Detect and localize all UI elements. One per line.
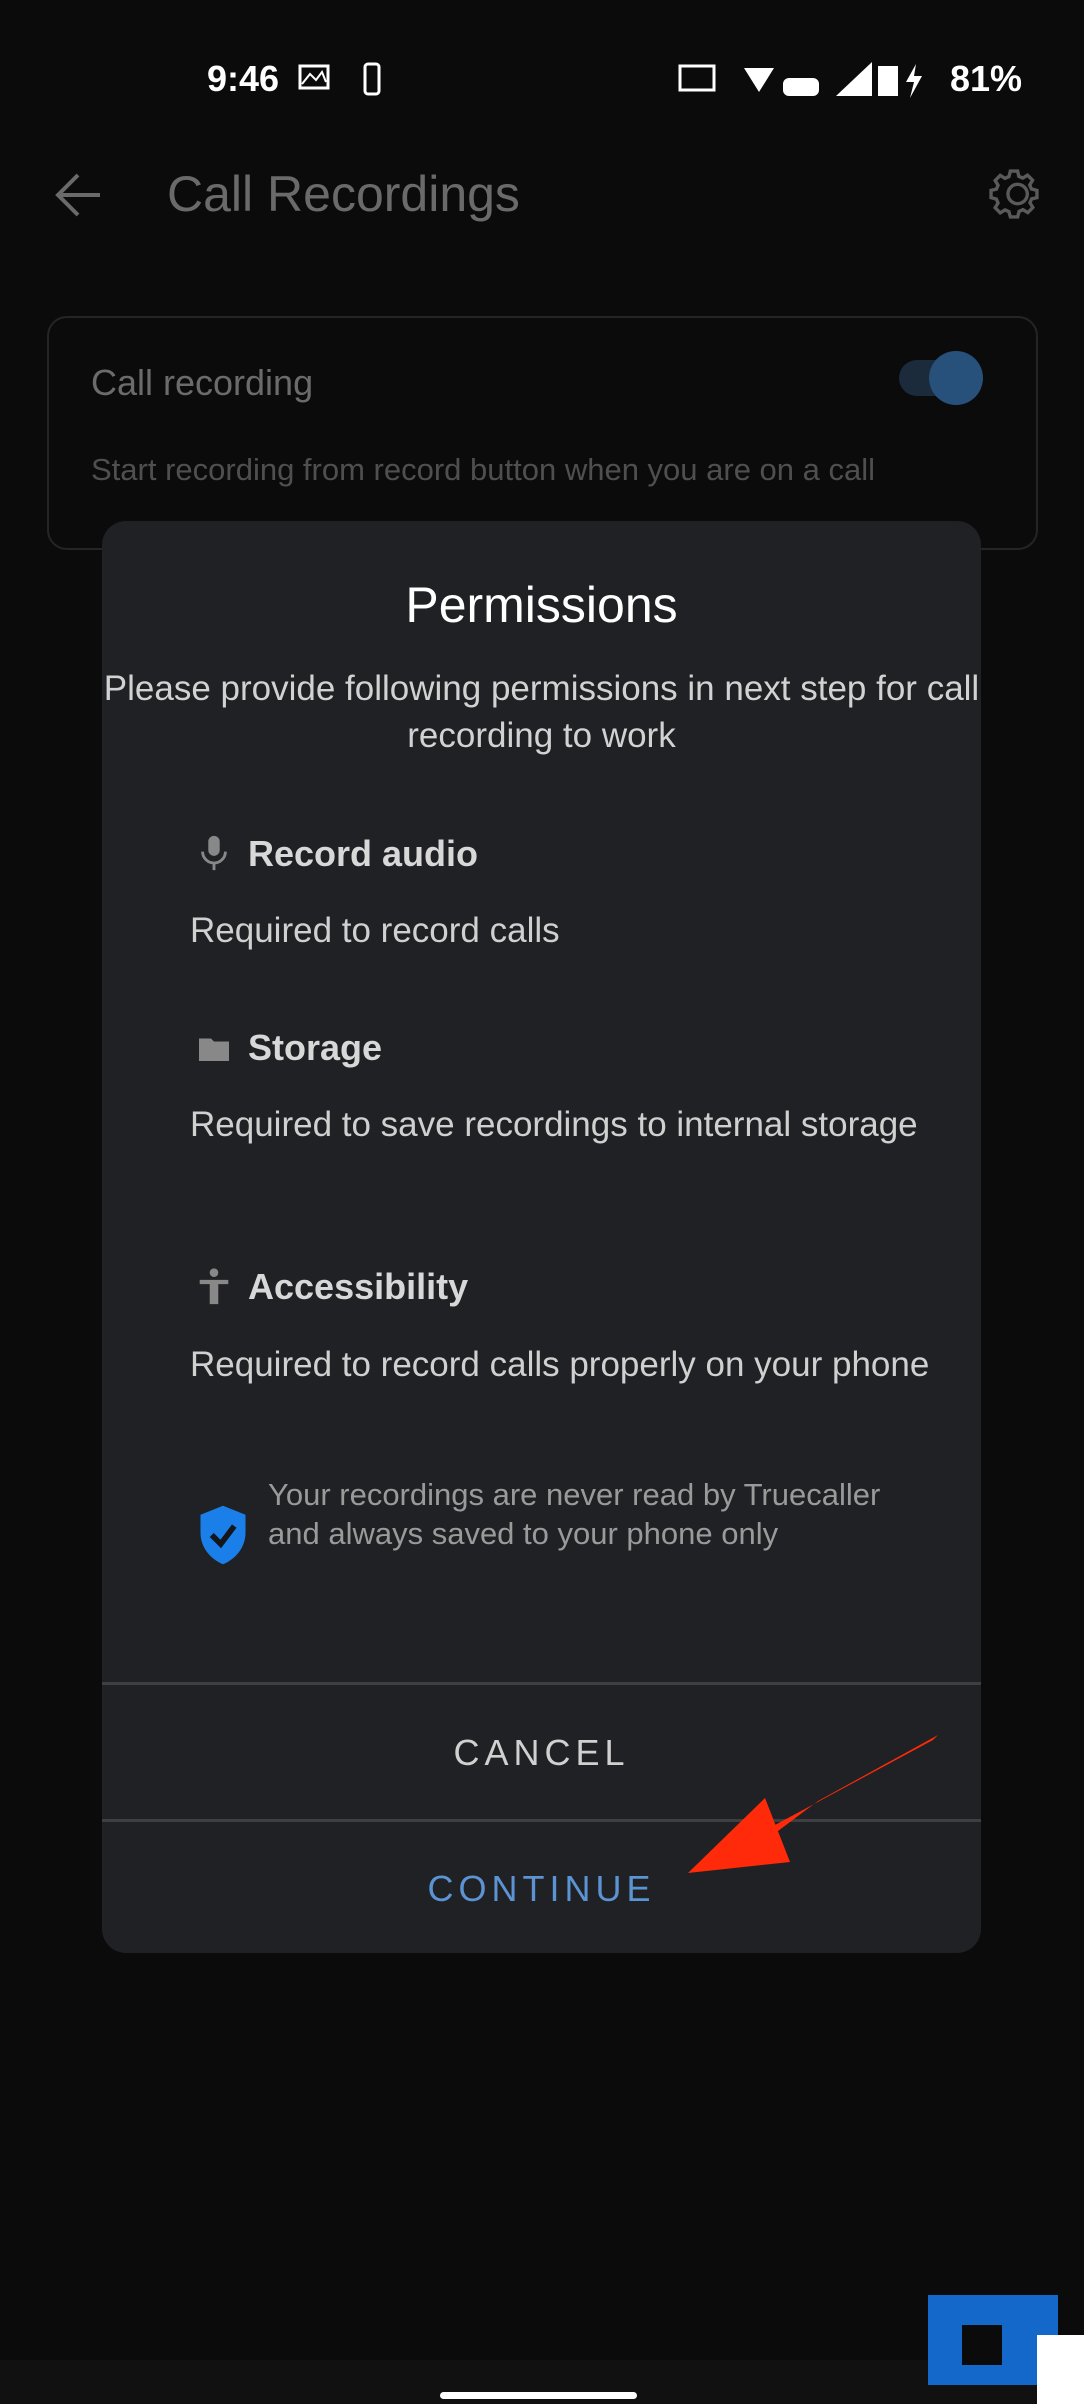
section-heading: Record audio	[248, 833, 479, 874]
section-heading: Accessibility	[248, 1266, 469, 1307]
shield-check-icon	[200, 1505, 246, 1565]
status-bar: 9:46 81%	[0, 50, 1084, 106]
call-recording-card: Call recording Start recording from reco…	[47, 316, 1038, 550]
accessibility-icon	[199, 1268, 229, 1305]
card-title: Call recording	[91, 362, 314, 403]
back-arrow-icon[interactable]	[52, 170, 104, 220]
dialog-intro: Please provide following permissions in …	[103, 669, 980, 755]
gear-icon[interactable]	[985, 165, 1043, 223]
section-text: Required to record calls	[190, 911, 560, 950]
watermark-logo	[928, 2295, 1084, 2404]
home-indicator[interactable]	[440, 2392, 637, 2399]
status-time: 9:46	[207, 58, 280, 99]
section-text: Required to record calls properly on you…	[190, 1345, 930, 1384]
card-subtitle: Start recording from record button when …	[91, 452, 876, 487]
gallery-icon	[298, 64, 330, 90]
privacy-note: Your recordings are never read by Trueca…	[268, 1477, 881, 1551]
folder-icon	[199, 1038, 229, 1061]
toggle-knob[interactable]	[929, 351, 983, 405]
dialog-title: Permissions	[405, 577, 678, 633]
microphone-icon	[201, 835, 227, 871]
section-text: Required to save recordings to internal …	[190, 1105, 918, 1144]
page-title: Call Recordings	[167, 166, 520, 222]
battery-percent: 81%	[949, 58, 1022, 99]
red-arrow-annotation	[688, 1735, 938, 1873]
divider	[102, 1682, 981, 1685]
vibrate-icon	[363, 62, 381, 96]
section-heading: Storage	[248, 1027, 383, 1068]
